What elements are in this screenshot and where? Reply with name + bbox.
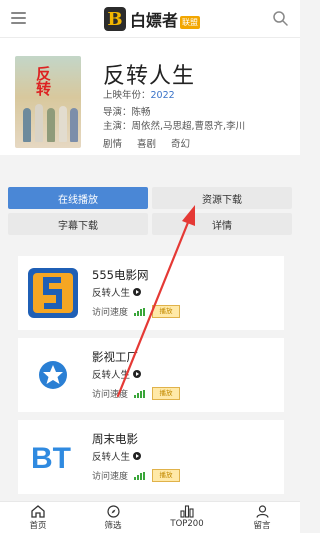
- bottom-nav: 首页 筛选 TOP200 留言: [0, 501, 300, 533]
- poster-figure: [35, 104, 43, 142]
- logo-mark: B: [104, 7, 126, 31]
- cast-names: 周依然,马思超,曹恩齐,李川: [131, 121, 246, 132]
- tab-details[interactable]: 详情: [152, 213, 292, 235]
- bar-chart-icon: [180, 505, 194, 518]
- source-movie: 反转人生: [92, 452, 131, 463]
- action-tabs: 在线播放 资源下载 字幕下载 详情: [8, 187, 292, 237]
- year-link[interactable]: 2022: [151, 90, 175, 101]
- play-button[interactable]: 播放: [152, 387, 181, 400]
- source-subtitle: 反转人生: [92, 449, 142, 463]
- source-movie: 反转人生: [92, 370, 131, 381]
- top-bar: B 白嫖者 联盟: [0, 0, 300, 38]
- logo-text: 白嫖者: [130, 11, 179, 30]
- director-name: 陈畅: [131, 107, 151, 118]
- poster-figure: [70, 108, 78, 142]
- genre-tag[interactable]: 奇幻: [171, 139, 190, 150]
- star-logo-icon: [28, 350, 78, 400]
- source-name: 555电影网: [92, 268, 149, 282]
- source-card[interactable]: BT 周末电影 反转人生 访问速度 播放: [18, 420, 284, 494]
- source-name: 影视工厂: [92, 350, 138, 364]
- poster-figure: [59, 106, 67, 142]
- source-speed: 访问速度 播放: [92, 469, 181, 482]
- genre-tags: 剧情 喜剧 奇幻: [103, 136, 190, 150]
- source-card[interactable]: 影视工厂 反转人生 访问速度 播放: [18, 338, 284, 412]
- movie-title: 反转人生: [103, 64, 196, 89]
- source-name: 周末电影: [92, 432, 138, 446]
- genre-tag[interactable]: 喜剧: [137, 139, 156, 150]
- year-label: 上映年份：: [103, 90, 151, 101]
- tab-online-play[interactable]: 在线播放: [8, 187, 148, 209]
- source-list: 555电影网 反转人生 访问速度 播放 影视工厂 反转人生 访问速度 播放 BT…: [8, 244, 292, 509]
- user-icon: [255, 505, 269, 518]
- speed-label: 访问速度: [92, 308, 129, 318]
- nav-label: 筛选: [104, 521, 122, 531]
- nav-top200[interactable]: TOP200: [162, 505, 212, 529]
- nav-message[interactable]: 留言: [237, 505, 287, 531]
- home-icon: [31, 505, 45, 518]
- bt-logo-icon: BT: [28, 432, 78, 482]
- play-button[interactable]: 播放: [152, 305, 181, 318]
- nav-label: TOP200: [170, 519, 204, 529]
- play-button[interactable]: 播放: [152, 469, 181, 482]
- nav-filter[interactable]: 筛选: [88, 505, 138, 531]
- app-logo[interactable]: B 白嫖者 联盟: [104, 6, 201, 32]
- speed-label: 访问速度: [92, 390, 129, 400]
- signal-bars-icon: [134, 389, 146, 398]
- movie-info: 反转 反转人生 上映年份：2022 导演：陈畅 主演：周依然,马思超,曹恩齐,李…: [0, 38, 300, 155]
- cast: 主演：周依然,马思超,曹恩齐,李川: [103, 118, 245, 132]
- logo-badge: 联盟: [180, 15, 201, 29]
- genre-tag[interactable]: 剧情: [103, 139, 122, 150]
- source-speed: 访问速度 播放: [92, 305, 181, 318]
- poster-title: 反转: [34, 66, 52, 96]
- nav-label: 首页: [29, 521, 47, 531]
- source-speed: 访问速度 播放: [92, 387, 181, 400]
- speed-label: 访问速度: [92, 472, 129, 482]
- director: 导演：陈畅: [103, 104, 151, 118]
- play-icon: [133, 452, 142, 460]
- play-icon: [133, 370, 142, 378]
- source-movie: 反转人生: [92, 288, 131, 299]
- 555-logo-icon: [28, 268, 78, 318]
- play-icon: [133, 288, 142, 296]
- poster-figure: [23, 108, 31, 142]
- signal-bars-icon: [134, 471, 146, 480]
- source-card[interactable]: 555电影网 反转人生 访问速度 播放: [18, 256, 284, 330]
- poster-figure: [47, 108, 55, 142]
- svg-text:BT: BT: [31, 442, 71, 475]
- tab-subtitle-download[interactable]: 字幕下载: [8, 213, 148, 235]
- movie-poster[interactable]: 反转: [15, 56, 81, 148]
- menu-icon[interactable]: [11, 12, 26, 24]
- source-subtitle: 反转人生: [92, 285, 142, 299]
- tab-resource-download[interactable]: 资源下载: [152, 187, 292, 209]
- signal-bars-icon: [134, 307, 146, 316]
- nav-label: 留言: [253, 521, 271, 531]
- nav-home[interactable]: 首页: [13, 505, 63, 531]
- source-subtitle: 反转人生: [92, 367, 142, 381]
- director-label: 导演：: [103, 107, 132, 118]
- cast-label: 主演：: [103, 121, 132, 132]
- release-year: 上映年份：2022: [103, 87, 175, 101]
- search-icon[interactable]: [272, 10, 288, 26]
- compass-icon: [106, 505, 120, 518]
